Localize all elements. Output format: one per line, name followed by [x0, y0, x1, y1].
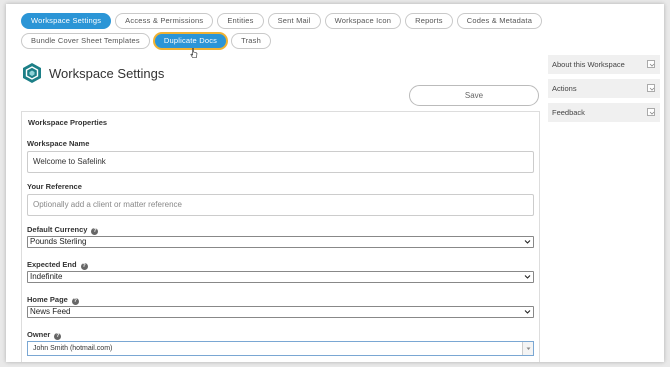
- chevron-down-icon[interactable]: [647, 60, 655, 68]
- help-icon[interactable]: ?: [80, 263, 88, 270]
- help-icon[interactable]: ?: [71, 298, 79, 305]
- expected-end-select[interactable]: Indefinite: [27, 271, 534, 283]
- section-title: Workspace Properties: [28, 118, 108, 127]
- your-reference-input[interactable]: Optionally add a client or matter refere…: [27, 194, 534, 216]
- expected-end-label-text: Expected End: [27, 260, 77, 269]
- owner-label-text: Owner: [27, 330, 51, 339]
- home-page-value: News Feed: [30, 307, 71, 316]
- tab-access-permissions[interactable]: Access & Permissions: [115, 13, 214, 29]
- owner-select[interactable]: John Smith (hotmail.com): [27, 341, 534, 356]
- default-currency-select[interactable]: Pounds Sterling: [27, 236, 534, 248]
- triangle-down-icon: [526, 347, 531, 350]
- tab-row-2: Bundle Cover Sheet Templates Duplicate D…: [21, 33, 641, 49]
- tab-row-1: Workspace Settings Access & Permissions …: [21, 13, 641, 29]
- save-button[interactable]: Save: [409, 85, 539, 106]
- sidebar-item-label: About this Workspace: [552, 60, 625, 69]
- workspace-properties-panel: Workspace Properties Workspace Name Welc…: [21, 111, 540, 362]
- default-currency-label-text: Default Currency: [27, 225, 88, 234]
- page-title: Workspace Settings: [49, 65, 165, 81]
- help-icon[interactable]: ?: [91, 228, 99, 235]
- chevron-down-icon: [524, 275, 531, 279]
- sidebar-item-actions[interactable]: Actions: [548, 79, 660, 98]
- workspace-name-label: Workspace Name: [27, 139, 90, 148]
- chevron-down-icon: [524, 310, 531, 314]
- sidebar-item-feedback[interactable]: Feedback: [548, 103, 660, 122]
- sidebar-item-label: Actions: [552, 84, 577, 93]
- dropdown-arrow[interactable]: [522, 342, 533, 355]
- sidebar-item-about-workspace[interactable]: About this Workspace: [548, 55, 660, 74]
- help-icon[interactable]: ?: [54, 333, 62, 340]
- tab-entities[interactable]: Entities: [217, 13, 264, 29]
- default-currency-label: Default Currency?: [27, 225, 99, 235]
- expected-end-value: Indefinite: [30, 272, 63, 281]
- tab-duplicate-docs[interactable]: Duplicate Docs: [153, 33, 228, 49]
- chevron-down-icon[interactable]: [647, 84, 655, 92]
- hand-cursor-icon: [190, 48, 198, 58]
- tab-reports[interactable]: Reports: [405, 13, 453, 29]
- owner-value: John Smith (hotmail.com): [33, 345, 113, 352]
- owner-label: Owner?: [27, 330, 62, 340]
- tab-workspace-settings[interactable]: Workspace Settings: [21, 13, 112, 29]
- home-page-label: Home Page?: [27, 295, 79, 305]
- tab-codes-metadata[interactable]: Codes & Metadata: [456, 13, 543, 29]
- app-window: Workspace Settings Access & Permissions …: [6, 4, 664, 362]
- hexagon-logo-icon: [23, 63, 41, 83]
- your-reference-label: Your Reference: [27, 182, 82, 191]
- tab-sent-mail[interactable]: Sent Mail: [267, 13, 321, 29]
- home-page-label-text: Home Page: [27, 295, 68, 304]
- settings-tabs: Workspace Settings Access & Permissions …: [21, 13, 641, 53]
- sidebar: About this Workspace Actions Feedback: [548, 55, 660, 127]
- sidebar-item-label: Feedback: [552, 108, 585, 117]
- chevron-down-icon: [524, 240, 531, 244]
- page-header: Workspace Settings: [22, 62, 164, 84]
- workspace-name-input[interactable]: Welcome to Safelink: [27, 151, 534, 173]
- home-page-select[interactable]: News Feed: [27, 306, 534, 318]
- tab-bundle-cover-sheet-templates[interactable]: Bundle Cover Sheet Templates: [21, 33, 150, 49]
- default-currency-value: Pounds Sterling: [30, 237, 87, 246]
- tab-trash[interactable]: Trash: [231, 33, 272, 49]
- tab-workspace-icon[interactable]: Workspace Icon: [324, 13, 402, 29]
- chevron-down-icon[interactable]: [647, 108, 655, 116]
- expected-end-label: Expected End?: [27, 260, 88, 270]
